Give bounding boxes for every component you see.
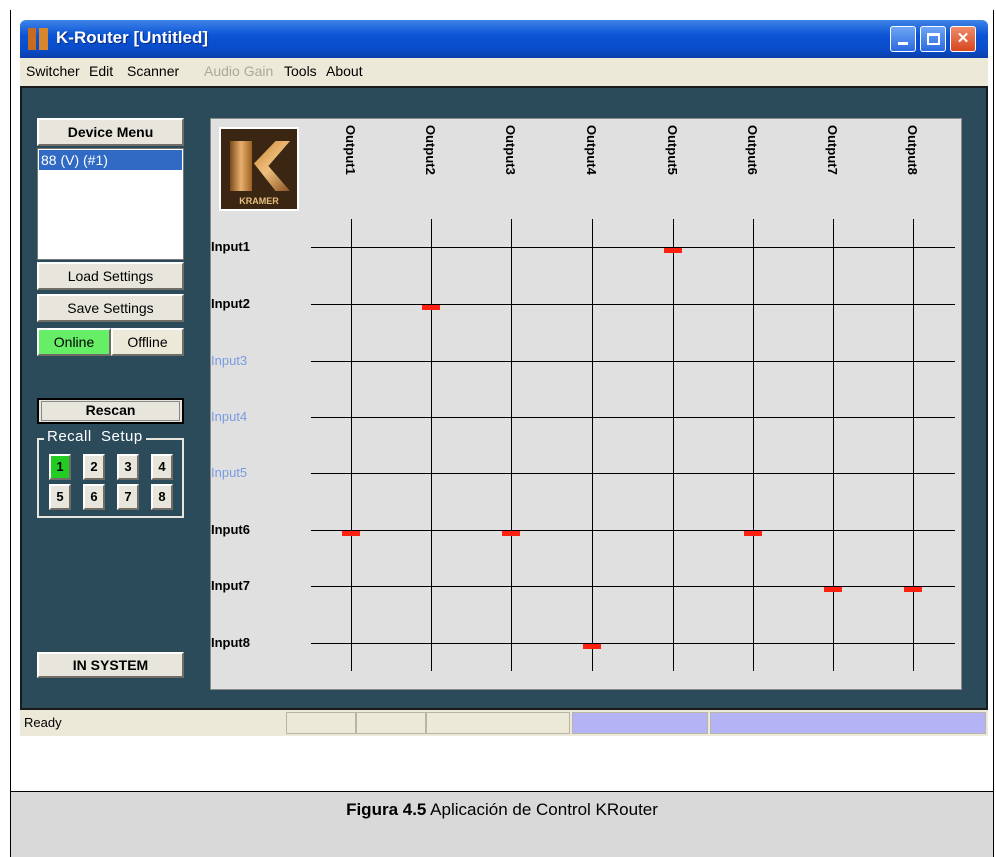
load-settings-button[interactable]: Load Settings bbox=[37, 262, 184, 290]
kramer-logo-k bbox=[254, 141, 290, 191]
maximize-button[interactable] bbox=[920, 26, 946, 52]
output-label: Output5 bbox=[665, 125, 680, 175]
input-line[interactable] bbox=[311, 643, 955, 644]
input-line[interactable] bbox=[311, 586, 955, 587]
output-label: Output3 bbox=[503, 125, 518, 175]
input-label: Input2 bbox=[211, 296, 250, 311]
route-marker[interactable] bbox=[502, 531, 520, 536]
input-label: Input5 bbox=[211, 465, 248, 480]
output-line[interactable] bbox=[833, 219, 834, 671]
output-label: Output4 bbox=[584, 125, 599, 175]
output-label: Output7 bbox=[825, 125, 840, 175]
kramer-logo-text: KRAMER bbox=[239, 196, 279, 206]
status-panel bbox=[286, 712, 356, 734]
status-text: Ready bbox=[24, 715, 62, 730]
output-line[interactable] bbox=[913, 219, 914, 671]
routing-matrix: KRAMER Output1 Output2 Output3 Output4 Outpu… bbox=[210, 118, 962, 690]
save-settings-button[interactable]: Save Settings bbox=[37, 294, 184, 322]
route-marker[interactable] bbox=[583, 644, 601, 649]
device-menu-title: Device Menu bbox=[37, 118, 184, 146]
rescan-button[interactable]: Rescan bbox=[37, 398, 184, 424]
route-marker[interactable] bbox=[342, 531, 360, 536]
figure-caption: Figura 4.5 Aplicación de Control KRouter bbox=[10, 800, 994, 820]
figure-number: Figura 4.5 bbox=[346, 800, 427, 819]
menu-about[interactable]: About bbox=[326, 63, 363, 79]
route-marker[interactable] bbox=[422, 305, 440, 310]
menu-bar: Switcher Edit Scanner Audio Gain Tools A… bbox=[20, 58, 988, 86]
output-line[interactable] bbox=[431, 219, 432, 671]
input-label: Input6 bbox=[211, 522, 250, 537]
menu-edit[interactable]: Edit bbox=[89, 63, 113, 79]
input-label: Input1 bbox=[211, 239, 250, 254]
device-list[interactable]: 88 (V) (#1) bbox=[37, 148, 184, 260]
output-label: Output6 bbox=[745, 125, 760, 175]
recall-button-4[interactable]: 4 bbox=[151, 454, 173, 480]
input-line[interactable] bbox=[311, 247, 955, 248]
close-icon: ✕ bbox=[956, 30, 970, 47]
status-panel bbox=[710, 712, 986, 734]
recall-button-3[interactable]: 3 bbox=[117, 454, 139, 480]
recall-button-7[interactable]: 7 bbox=[117, 484, 139, 510]
title-bar[interactable]: K-Router [Untitled] ✕ bbox=[20, 20, 988, 58]
kramer-logo: KRAMER bbox=[219, 127, 299, 211]
in-system-button[interactable]: IN SYSTEM bbox=[37, 652, 184, 678]
k-router-window: K-Router [Untitled] ✕ Switcher Edit Scan… bbox=[20, 20, 988, 736]
recall-setup-label: Recall Setup bbox=[44, 428, 146, 445]
route-marker[interactable] bbox=[744, 531, 762, 536]
output-label: Output8 bbox=[905, 125, 920, 175]
close-button[interactable]: ✕ bbox=[950, 26, 976, 52]
output-label: Output2 bbox=[423, 125, 438, 175]
input-label: Input4 bbox=[211, 409, 248, 424]
minimize-icon bbox=[898, 42, 908, 45]
recall-button-2[interactable]: 2 bbox=[83, 454, 105, 480]
route-marker[interactable] bbox=[664, 248, 682, 253]
kramer-app-icon bbox=[28, 28, 48, 50]
menu-audio-gain[interactable]: Audio Gain bbox=[204, 63, 273, 79]
minimize-button[interactable] bbox=[890, 26, 916, 52]
output-line[interactable] bbox=[592, 219, 593, 671]
output-label: Output1 bbox=[343, 125, 358, 175]
input-line[interactable] bbox=[311, 361, 955, 362]
offline-button[interactable]: Offline bbox=[111, 328, 184, 356]
output-line[interactable] bbox=[351, 219, 352, 671]
recall-button-1[interactable]: 1 bbox=[49, 454, 71, 480]
status-panel bbox=[356, 712, 426, 734]
input-label: Input7 bbox=[211, 578, 250, 593]
route-marker[interactable] bbox=[904, 587, 922, 592]
recall-button-8[interactable]: 8 bbox=[151, 484, 173, 510]
output-line[interactable] bbox=[753, 219, 754, 671]
maximize-icon bbox=[927, 33, 940, 45]
menu-switcher[interactable]: Switcher bbox=[26, 63, 80, 79]
input-line[interactable] bbox=[311, 473, 955, 474]
menu-scanner[interactable]: Scanner bbox=[127, 63, 179, 79]
output-line[interactable] bbox=[511, 219, 512, 671]
recall-button-6[interactable]: 6 bbox=[83, 484, 105, 510]
online-button[interactable]: Online bbox=[37, 328, 111, 356]
input-label: Input3 bbox=[211, 353, 248, 368]
status-panel bbox=[572, 712, 708, 734]
recall-button-5[interactable]: 5 bbox=[49, 484, 71, 510]
input-line[interactable] bbox=[311, 304, 955, 305]
device-list-item[interactable]: 88 (V) (#1) bbox=[39, 150, 182, 170]
menu-tools[interactable]: Tools bbox=[284, 63, 317, 79]
status-panel bbox=[426, 712, 570, 734]
rescan-label: Rescan bbox=[85, 402, 136, 418]
output-line[interactable] bbox=[673, 219, 674, 671]
input-label: Input8 bbox=[211, 635, 250, 650]
input-line[interactable] bbox=[311, 417, 955, 418]
status-bar: Ready bbox=[20, 710, 988, 736]
input-line[interactable] bbox=[311, 530, 955, 531]
kramer-logo-bar bbox=[230, 141, 252, 191]
route-marker[interactable] bbox=[824, 587, 842, 592]
figure-caption-text: Aplicación de Control KRouter bbox=[426, 800, 658, 819]
window-title: K-Router [Untitled] bbox=[56, 28, 209, 47]
